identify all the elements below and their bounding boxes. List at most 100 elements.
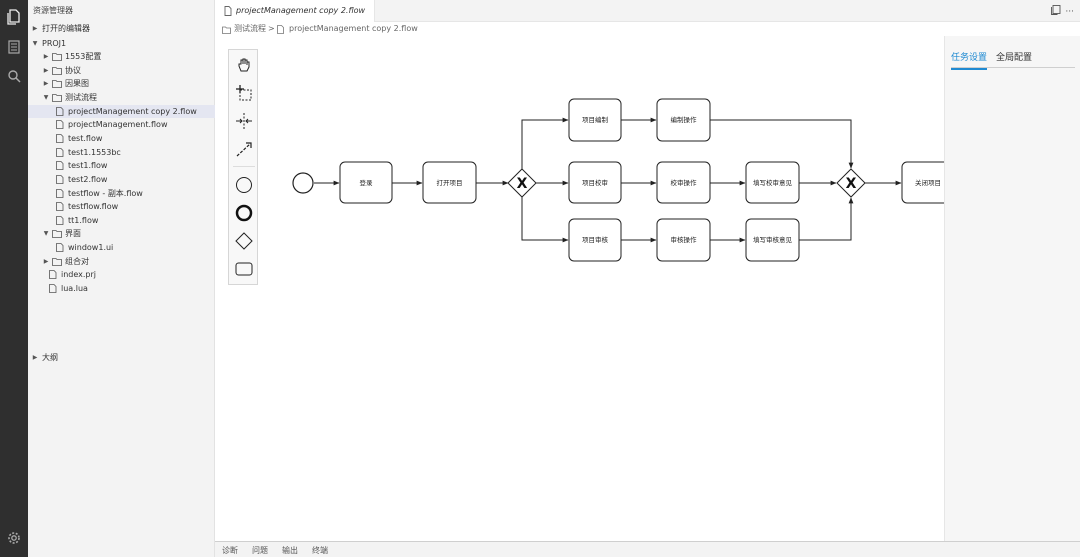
tree-file[interactable]: lua.lua bbox=[28, 282, 215, 295]
task-review-op[interactable]: 审核操作 bbox=[656, 218, 711, 262]
breadcrumb-folder[interactable]: 测试流程 bbox=[234, 22, 266, 36]
explorer-title: 资源管理器 bbox=[33, 6, 73, 15]
file-icon bbox=[56, 215, 66, 225]
explorer-icon[interactable] bbox=[4, 7, 24, 27]
tree-file[interactable]: projectManagement.flow bbox=[28, 118, 215, 131]
flow-compileop-join[interactable] bbox=[710, 119, 854, 169]
gateway-split[interactable]: X bbox=[507, 168, 537, 198]
task-proofread-op[interactable]: 校审操作 bbox=[656, 161, 711, 204]
tree-folder[interactable]: ▼ 测试流程 bbox=[28, 91, 215, 104]
open-editors-section[interactable]: ▶ 打开的编辑器 bbox=[28, 22, 215, 35]
task-project-proofread[interactable]: 项目校审 bbox=[568, 161, 622, 204]
breadcrumb-separator: > bbox=[268, 24, 275, 33]
settings-gear-icon[interactable] bbox=[4, 528, 24, 548]
split-editor-icon[interactable] bbox=[1051, 5, 1061, 18]
chevron-right-icon: ▶ bbox=[43, 80, 49, 88]
document-icon[interactable] bbox=[4, 37, 24, 57]
bpmn-canvas[interactable]: X X 登录 打开项目 项目编制 编制操作 项目校审 校审操作 填写校审意见 项… bbox=[215, 36, 944, 541]
tree-file[interactable]: test1.1553bc bbox=[28, 146, 215, 159]
tree-file[interactable]: testflow - 副本.flow bbox=[28, 187, 215, 200]
tree-file[interactable]: projectManagement copy 2.flow bbox=[28, 104, 215, 118]
tab-diagnostics[interactable]: 诊断 bbox=[222, 545, 238, 556]
tree-file[interactable]: test1.flow bbox=[28, 159, 215, 172]
task-project-review[interactable]: 项目审核 bbox=[568, 218, 622, 262]
task-login[interactable]: 登录 bbox=[339, 161, 393, 204]
tree-folder[interactable]: ▶ 协议 bbox=[28, 64, 215, 77]
tree-folder[interactable]: ▶ 组合对 bbox=[28, 255, 215, 268]
tree-folder[interactable]: ▶ 1553配置 bbox=[28, 50, 215, 63]
tab-problems[interactable]: 问题 bbox=[252, 545, 268, 556]
file-icon bbox=[56, 147, 66, 157]
properties-tabs: 任务设置 全局配置 bbox=[951, 48, 1075, 70]
editor-tab-bar: projectManagement copy 2.flow ··· bbox=[215, 0, 1080, 22]
folder-icon bbox=[52, 79, 62, 89]
tab-terminal[interactable]: 终端 bbox=[312, 545, 328, 556]
task-close-project[interactable]: 关闭项目 bbox=[901, 161, 944, 204]
task-close-project-label: 关闭项目 bbox=[915, 178, 941, 187]
tree-item-label: 因果图 bbox=[65, 79, 89, 89]
file-icon bbox=[56, 243, 66, 252]
file-icon bbox=[56, 202, 66, 212]
task-fill-review-label: 填写审核意见 bbox=[753, 235, 793, 244]
file-icon bbox=[224, 6, 232, 18]
more-icon[interactable]: ··· bbox=[1065, 7, 1074, 17]
task-compile-op-label: 编制操作 bbox=[671, 115, 698, 124]
tree-file[interactable]: window1.ui bbox=[28, 241, 215, 254]
editor-tab[interactable]: projectManagement copy 2.flow bbox=[215, 0, 375, 22]
task-fill-proofread-label: 填写校审意见 bbox=[753, 178, 793, 187]
chevron-right-icon: ▶ bbox=[32, 354, 38, 361]
tree-item-label: lua.lua bbox=[61, 284, 88, 294]
file-icon bbox=[56, 120, 66, 130]
tab-task-settings[interactable]: 任务设置 bbox=[951, 50, 988, 70]
task-open-project-label: 打开项目 bbox=[437, 178, 463, 187]
tree-file[interactable]: testflow.flow bbox=[28, 200, 215, 213]
task-review-op-label: 审核操作 bbox=[671, 235, 698, 244]
tree-item-label: testflow - 副本.flow bbox=[68, 188, 143, 198]
tree-file[interactable]: test.flow bbox=[28, 132, 215, 145]
chevron-right-icon: ▶ bbox=[43, 66, 49, 74]
tree-item-label: projectManagement.flow bbox=[68, 120, 168, 130]
folder-icon bbox=[52, 66, 62, 75]
task-login-label: 登录 bbox=[360, 178, 374, 187]
file-icon bbox=[56, 174, 66, 184]
open-editors-label: 打开的编辑器 bbox=[42, 24, 90, 33]
tree-item-label: 组合对 bbox=[65, 256, 89, 266]
flow-gateway-review[interactable] bbox=[521, 197, 569, 243]
flow-fillreview-join[interactable] bbox=[799, 197, 854, 241]
start-event[interactable] bbox=[292, 172, 314, 194]
chevron-right-icon: ▶ bbox=[32, 25, 38, 32]
task-project-review-label: 项目审核 bbox=[582, 235, 609, 244]
task-compile-op[interactable]: 编制操作 bbox=[656, 98, 711, 142]
task-fill-review[interactable]: 填写审核意见 bbox=[745, 218, 800, 262]
tree-item-label: 协议 bbox=[65, 65, 81, 75]
search-icon[interactable] bbox=[4, 66, 24, 86]
tab-global-config[interactable]: 全局配置 bbox=[996, 50, 1032, 63]
folder-icon bbox=[52, 229, 62, 239]
gateway-join[interactable]: X bbox=[836, 168, 866, 198]
task-proofread-op-label: 校审操作 bbox=[671, 178, 698, 187]
flow-gateway-compile[interactable] bbox=[521, 117, 569, 169]
tree-item-label: projectManagement copy 2.flow bbox=[68, 106, 197, 116]
tree-file[interactable]: index.prj bbox=[28, 268, 215, 281]
gateway-join-symbol: X bbox=[846, 176, 857, 192]
project-root[interactable]: ▼ PROJ1 bbox=[28, 37, 215, 50]
tree-item-label: 界面 bbox=[65, 229, 81, 239]
outline-label: 大纲 bbox=[42, 353, 58, 362]
task-fill-proofread[interactable]: 填写校审意见 bbox=[745, 161, 800, 204]
folder-icon bbox=[52, 93, 62, 102]
file-icon bbox=[56, 106, 66, 116]
task-project-proofread-label: 项目校审 bbox=[582, 178, 608, 187]
tab-output[interactable]: 输出 bbox=[282, 545, 298, 556]
tree-item-label: tt1.flow bbox=[68, 215, 99, 225]
breadcrumb-file[interactable]: projectManagement copy 2.flow bbox=[289, 22, 418, 36]
folder-icon bbox=[52, 257, 62, 266]
task-open-project[interactable]: 打开项目 bbox=[422, 161, 477, 204]
tree-folder[interactable]: ▼ 界面 bbox=[28, 227, 215, 240]
tree-file[interactable]: tt1.flow bbox=[28, 214, 215, 227]
tree-item-label: window1.ui bbox=[68, 243, 114, 253]
task-project-compile[interactable]: 项目编制 bbox=[568, 98, 622, 142]
tree-file[interactable]: test2.flow bbox=[28, 173, 215, 186]
tree-item-label: testflow.flow bbox=[68, 202, 119, 212]
tree-folder[interactable]: ▶ 因果图 bbox=[28, 77, 215, 90]
outline-section[interactable]: ▶ 大纲 bbox=[28, 351, 215, 364]
